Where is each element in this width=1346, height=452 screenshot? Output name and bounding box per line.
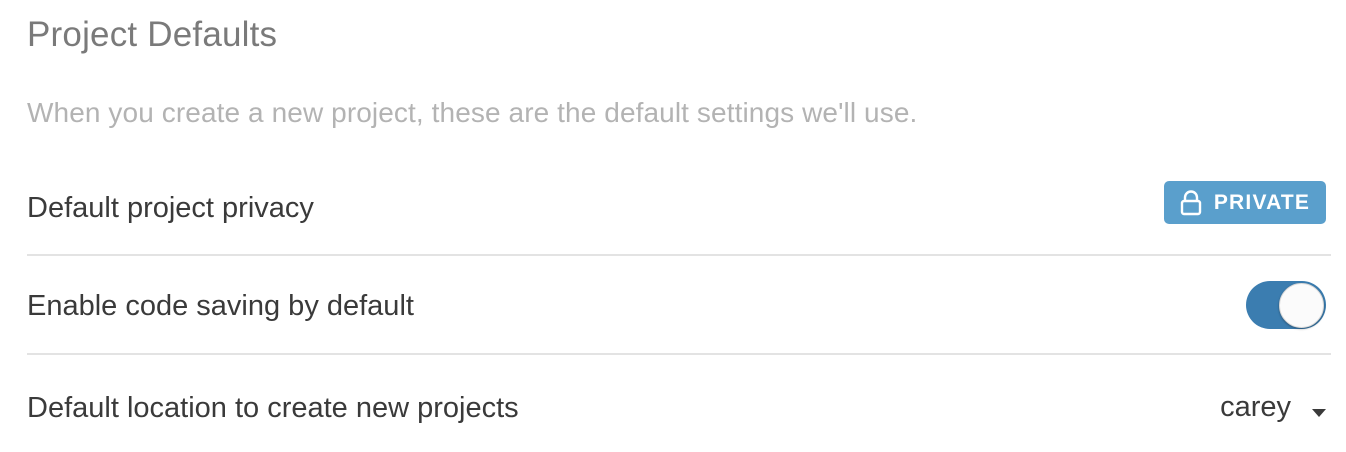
code-saving-label: Enable code saving by default	[27, 290, 414, 322]
location-dropdown[interactable]: carey	[1220, 388, 1326, 426]
lock-icon	[1180, 189, 1202, 216]
privacy-badge-text: PRIVATE	[1213, 190, 1311, 214]
setting-row-privacy: Default project privacy PRIVATE	[27, 158, 1331, 258]
caret-down-icon	[1312, 405, 1326, 417]
setting-row-location: Default location to create new projects …	[27, 355, 1331, 452]
location-label: Default location to create new projects	[27, 392, 519, 424]
toggle-knob	[1279, 283, 1324, 328]
section-title: Project Defaults	[27, 15, 278, 54]
project-defaults-section: Project Defaults When you create a new p…	[27, 0, 1346, 452]
privacy-label: Default project privacy	[27, 192, 314, 224]
section-description: When you create a new project, these are…	[27, 97, 918, 128]
privacy-toggle-button[interactable]: PRIVATE	[1164, 181, 1326, 224]
setting-row-code-saving: Enable code saving by default	[27, 256, 1331, 356]
code-saving-toggle[interactable]	[1246, 281, 1326, 331]
location-value: carey	[1220, 391, 1291, 423]
